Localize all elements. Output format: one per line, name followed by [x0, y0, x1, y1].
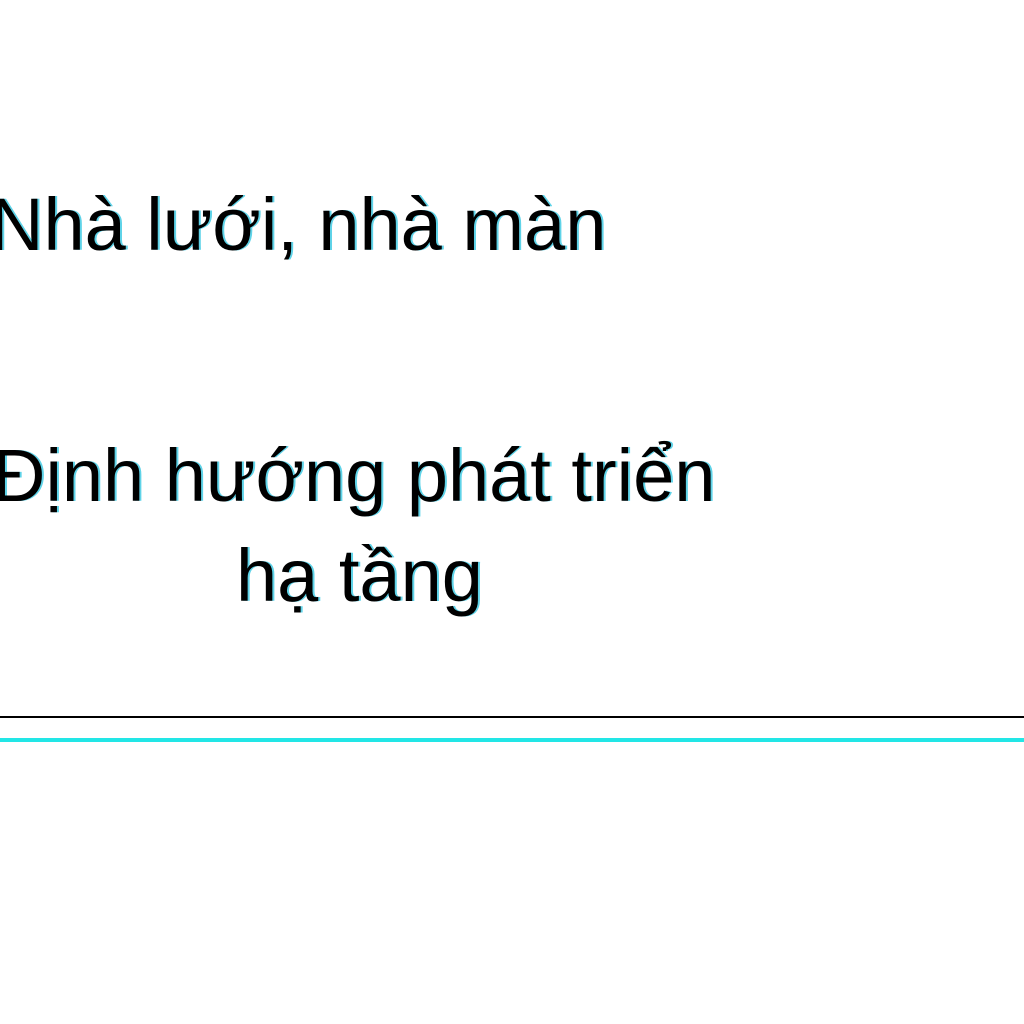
text-ha-tang: hạ tầng — [236, 534, 483, 617]
divider-cyan-line — [0, 738, 1024, 742]
divider-dark-line — [0, 716, 1024, 718]
text-dinh-huong-phat-trien: Định hướng phát triển — [0, 434, 716, 517]
text-nha-luoi-nha-man: Nhà lưới, nhà màn — [0, 183, 607, 266]
